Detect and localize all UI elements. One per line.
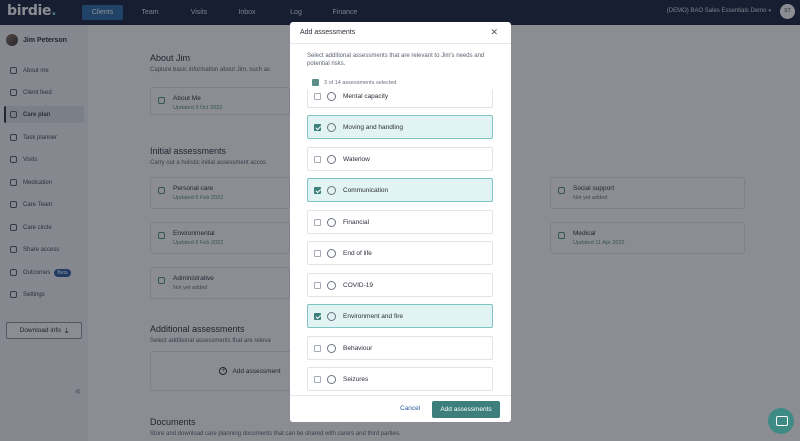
face-icon [327, 343, 336, 353]
selection-summary: 3 of 14 assessments selected [312, 79, 396, 86]
checkbox[interactable] [314, 186, 321, 194]
assessment-option-end-of-life[interactable]: End of life [307, 241, 493, 265]
checkbox[interactable] [314, 344, 321, 352]
head-icon [327, 91, 336, 101]
modal-footer: Cancel Add assessments [290, 395, 511, 422]
assessment-option-seizures[interactable]: Seizures [307, 367, 493, 391]
assessment-option-waterlow[interactable]: Waterlow [307, 147, 493, 171]
assessment-option-covid-19[interactable]: COVID-19 [307, 273, 493, 297]
assessment-option-behaviour[interactable]: Behaviour [307, 336, 493, 360]
speech-icon [327, 185, 336, 195]
checkbox[interactable] [314, 155, 321, 163]
heart-hands-icon [327, 248, 336, 258]
cancel-button[interactable]: Cancel [400, 405, 420, 412]
close-icon[interactable]: ✕ [490, 27, 498, 38]
modal-description: Select additional assessments that are r… [307, 53, 485, 67]
checkbox[interactable] [314, 249, 321, 257]
add-assessments-modal: Add assessments ✕ Select additional asse… [290, 22, 511, 422]
bed-icon [327, 154, 336, 164]
virus-icon [327, 280, 336, 290]
assessment-option-mental-capacity[interactable]: Mental capacity [307, 90, 493, 108]
checkbox[interactable] [314, 218, 321, 226]
assessment-option-moving-and-handling[interactable]: Moving and handling [307, 115, 493, 139]
assessment-option-communication[interactable]: Communication [307, 178, 493, 202]
modal-title: Add assessments [300, 29, 356, 36]
brain-icon [327, 374, 336, 384]
checkbox[interactable] [314, 281, 321, 289]
assessment-list[interactable]: Mental capacity Moving and handling Wate… [307, 90, 495, 395]
checkbox[interactable] [314, 312, 321, 320]
person-walking-icon [327, 122, 336, 132]
assessment-option-financial[interactable]: Financial [307, 210, 493, 234]
partial-check-icon [312, 79, 319, 86]
add-assessments-button[interactable]: Add assessments [432, 401, 500, 418]
checkbox[interactable] [314, 92, 321, 100]
modal-header: Add assessments ✕ [290, 22, 511, 44]
checkbox[interactable] [314, 123, 321, 131]
fire-icon [327, 311, 336, 321]
checkbox[interactable] [314, 375, 321, 383]
wallet-icon [327, 217, 336, 227]
chat-support-button[interactable] [768, 408, 794, 434]
assessment-option-environment-and-fire[interactable]: Environment and fire [307, 304, 493, 328]
